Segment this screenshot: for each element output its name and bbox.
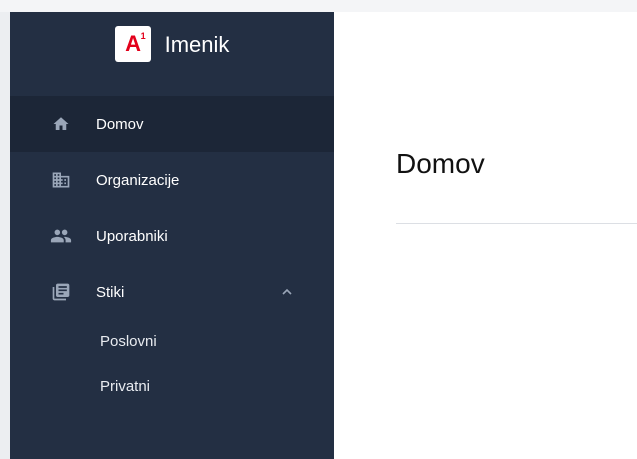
home-icon bbox=[50, 113, 72, 135]
building-icon bbox=[50, 169, 72, 191]
sidebar-item-label: Uporabniki bbox=[96, 227, 168, 245]
contacts-book-icon bbox=[50, 281, 72, 303]
sidebar-subitem-label: Poslovni bbox=[100, 332, 157, 350]
brand[interactable]: A1 Imenik bbox=[10, 12, 334, 96]
main-content: Domov bbox=[334, 12, 637, 459]
left-edge bbox=[0, 12, 10, 459]
sidebar-subitem-poslovni[interactable]: Poslovni bbox=[10, 321, 334, 361]
sidebar-item-domov[interactable]: Domov bbox=[10, 96, 334, 152]
sidebar: A1 Imenik Domov Organizacije Uporabniki … bbox=[10, 12, 334, 459]
sidebar-subitem-label: Privatni bbox=[100, 377, 151, 395]
sidebar-item-organizacije[interactable]: Organizacije bbox=[10, 152, 334, 208]
sidebar-item-uporabniki[interactable]: Uporabniki bbox=[10, 208, 334, 264]
chevron-up-icon[interactable] bbox=[280, 285, 294, 299]
page-title: Domov bbox=[396, 148, 485, 179]
a1-logo: A1 bbox=[114, 26, 151, 62]
sidebar-item-label: Stiki bbox=[96, 283, 125, 301]
sidebar-subitem-privatni[interactable]: Privatni bbox=[10, 366, 334, 406]
sidebar-item-label: Organizacije bbox=[96, 171, 180, 189]
title-divider bbox=[396, 223, 637, 224]
people-icon bbox=[50, 225, 72, 247]
app-title: Imenik bbox=[164, 32, 230, 57]
sidebar-item-stiki[interactable]: Stiki bbox=[10, 264, 334, 320]
sidebar-item-label: Domov bbox=[96, 115, 144, 133]
